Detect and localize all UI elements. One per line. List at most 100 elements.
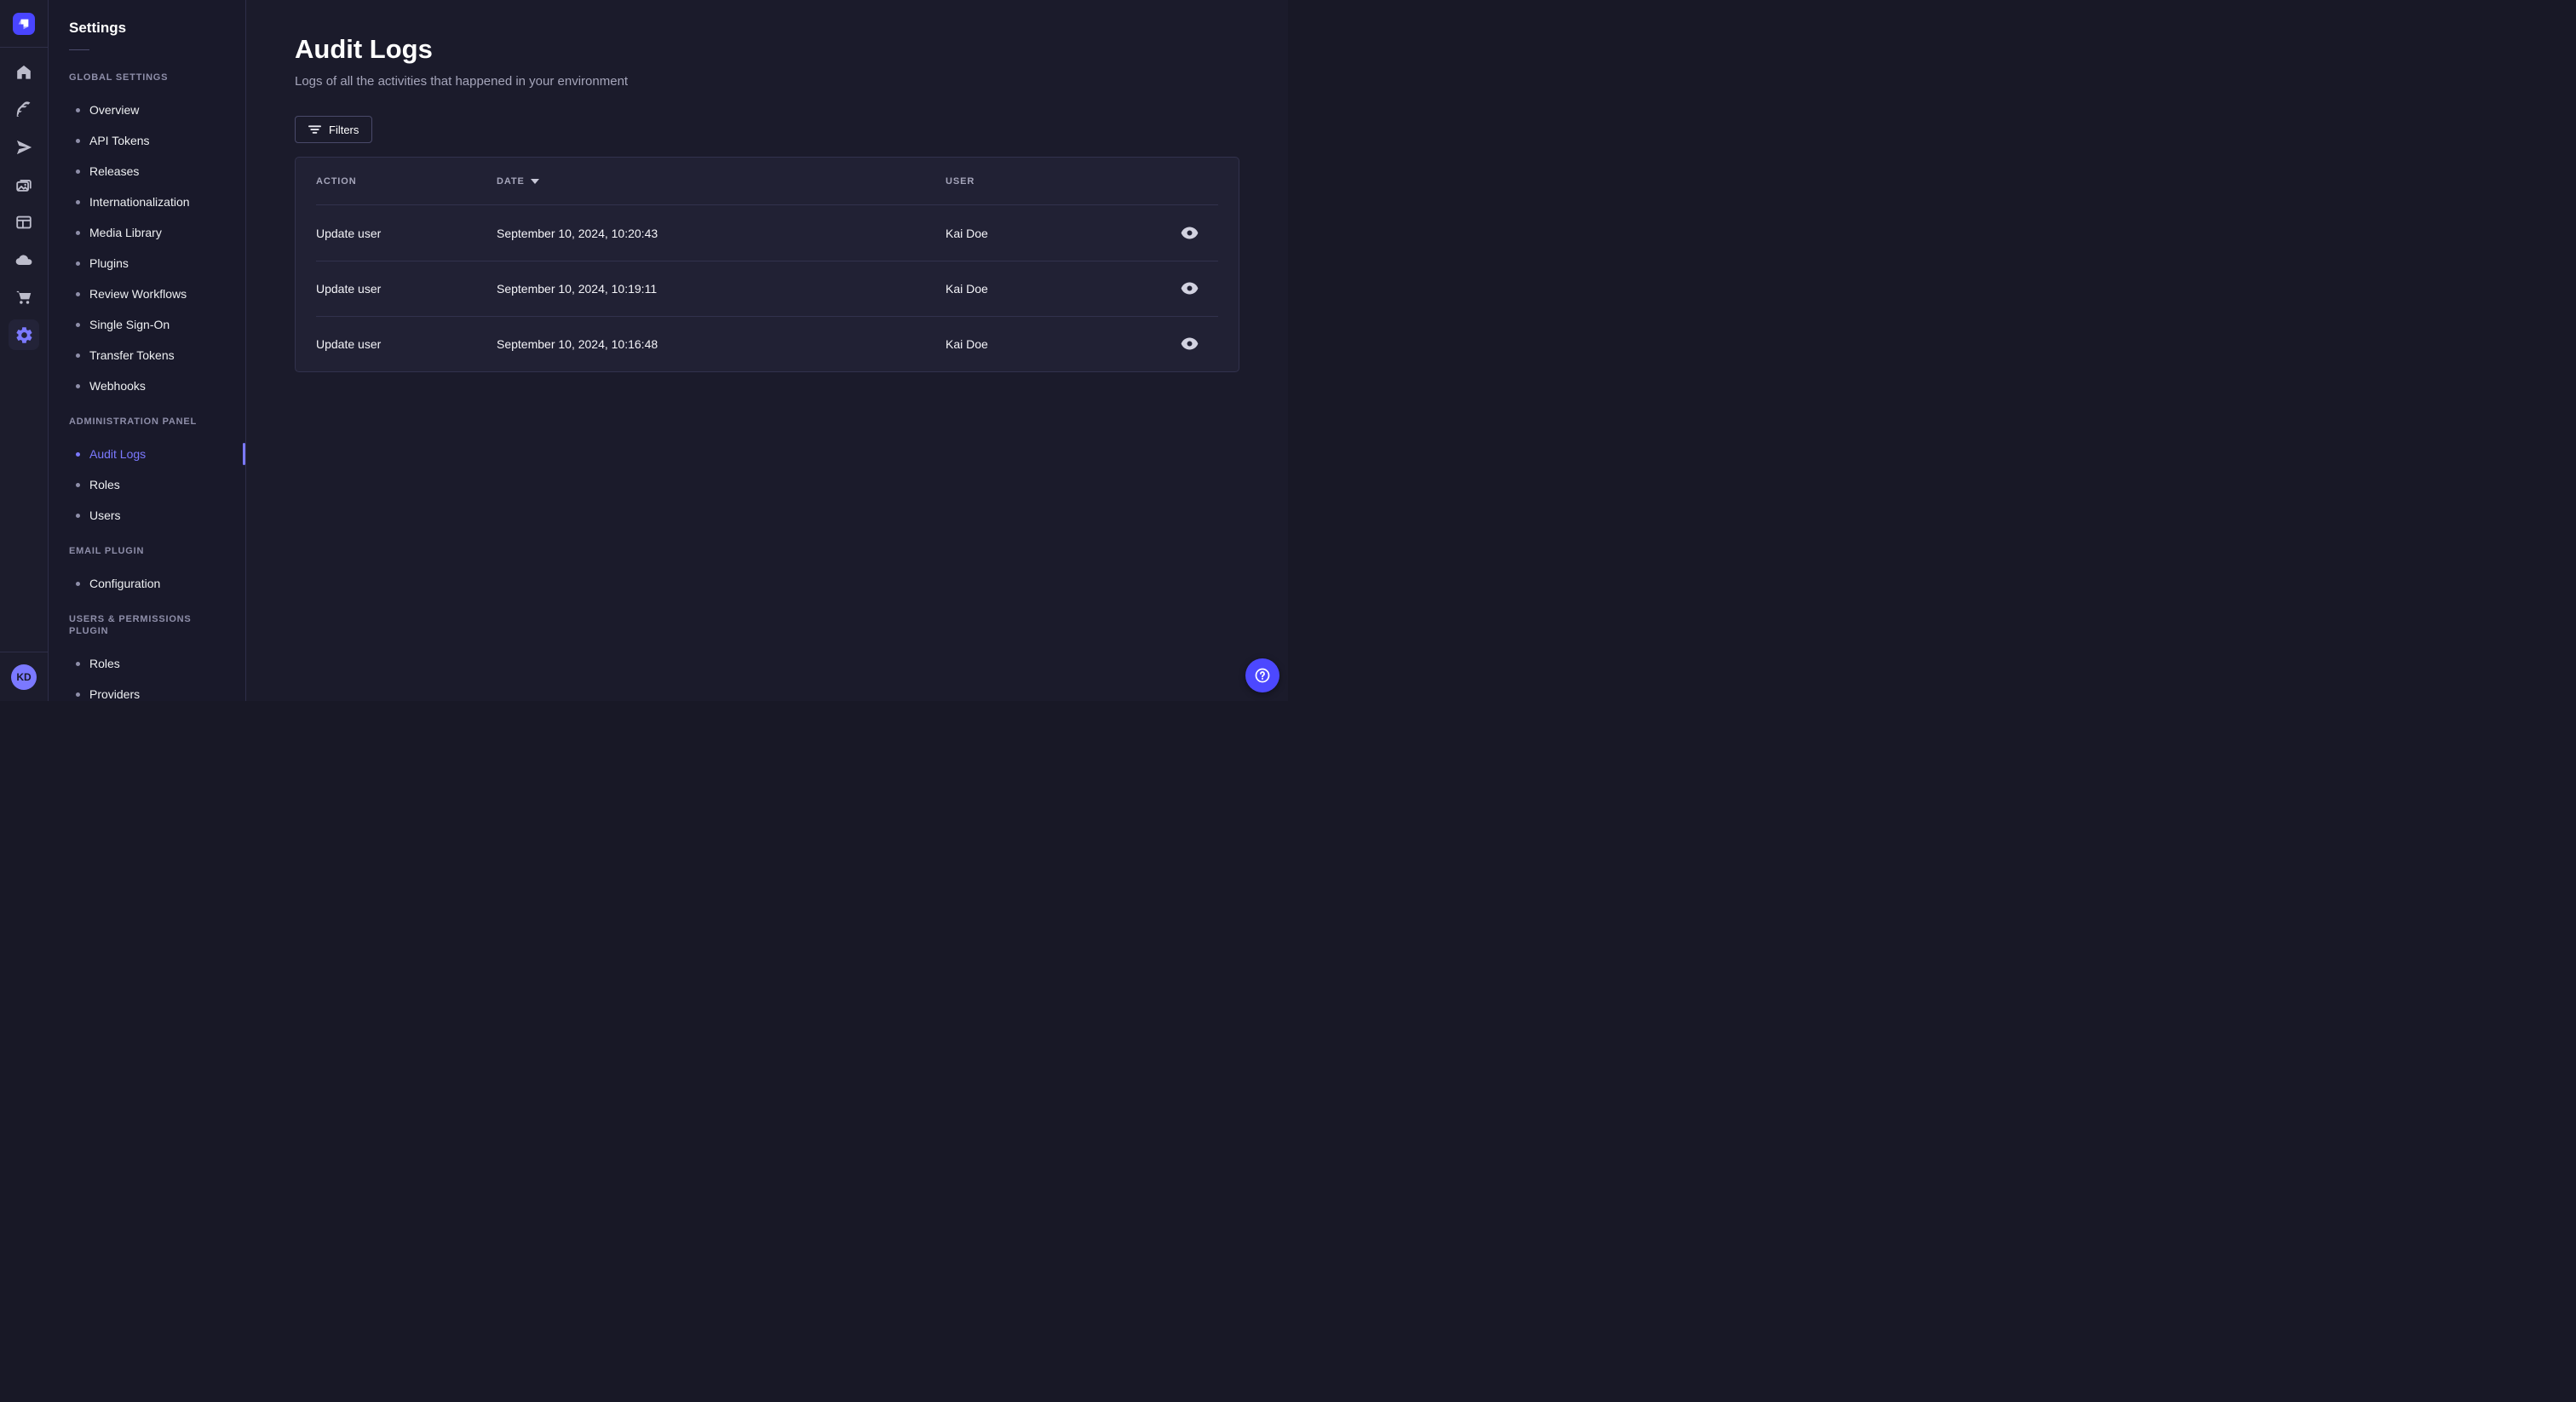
bullet-icon (76, 107, 80, 112)
table-body: Update user September 10, 2024, 10:20:43… (296, 205, 1239, 371)
sidebar-item-internationalization[interactable]: Internationalization (69, 187, 233, 217)
filter-icon (308, 125, 321, 134)
strapi-logo-icon (18, 19, 29, 29)
sort-desc-icon (530, 179, 539, 184)
avatar-initials: KD (16, 671, 32, 683)
strapi-admin-app: KD Settings GLOBAL SETTINGS Overview API… (0, 0, 1288, 701)
sidebar-item-roles[interactable]: Roles (69, 648, 233, 679)
bullet-icon (76, 513, 80, 518)
sidebar-item-releases[interactable]: Releases (69, 156, 233, 187)
eye-icon (1181, 282, 1198, 295)
bullet-icon (76, 383, 80, 388)
sidebar-item-label: Media Library (89, 226, 162, 239)
view-details-button[interactable] (1177, 221, 1201, 245)
sidebar-item-label: Webhooks (89, 379, 146, 393)
sidebar-item-transfer-tokens[interactable]: Transfer Tokens (69, 340, 233, 371)
eye-icon (1181, 337, 1198, 350)
sidebar-item-label: Audit Logs (89, 447, 147, 461)
bullet-icon (76, 322, 80, 327)
settings-title: Settings (69, 20, 127, 36)
sidebar-item-label: Transfer Tokens (89, 348, 175, 362)
page-title: Audit Logs (295, 34, 433, 64)
cell-date: September 10, 2024, 10:20:43 (497, 226, 658, 240)
settings-header: Settings (49, 0, 245, 50)
table-row[interactable]: Update user September 10, 2024, 10:16:48… (296, 316, 1239, 371)
filters-row: Filters (295, 116, 1239, 143)
sidebar-item-configuration[interactable]: Configuration (69, 568, 233, 599)
sidebar-item-audit-logs[interactable]: Audit Logs (69, 439, 245, 469)
sidebar-item-label: Single Sign-On (89, 318, 170, 331)
column-header-date[interactable]: DATE (497, 176, 946, 187)
cloud-icon[interactable] (9, 244, 39, 275)
bullet-icon (76, 138, 80, 143)
media-library-icon[interactable] (9, 170, 39, 200)
sidebar-item-single-sign-on[interactable]: Single Sign-On (69, 309, 233, 340)
nav-section-label: ADMINISTRATION PANEL (69, 417, 198, 427)
sidebar-item-label: Overview (89, 103, 140, 117)
main-nav-rail: KD (0, 0, 49, 701)
filters-button[interactable]: Filters (295, 116, 373, 143)
bullet-icon (76, 581, 80, 586)
bullet-icon (76, 169, 80, 174)
cell-user: Kai Doe (946, 281, 988, 296)
view-details-button[interactable] (1177, 332, 1201, 356)
sidebar-item-plugins[interactable]: Plugins (69, 248, 233, 279)
sidebar-item-label: Users (89, 509, 121, 522)
sidebar-item-webhooks[interactable]: Webhooks (69, 371, 233, 401)
bullet-icon (76, 291, 80, 296)
bullet-icon (76, 199, 80, 204)
help-button[interactable] (1245, 658, 1279, 692)
page-subtitle: Logs of all the activities that happened… (295, 74, 629, 89)
marketplace-icon[interactable] (9, 282, 39, 313)
logo-area (0, 0, 48, 48)
view-details-button[interactable] (1177, 277, 1201, 301)
table-row[interactable]: Update user September 10, 2024, 10:19:11… (296, 261, 1239, 316)
cell-user: Kai Doe (946, 336, 988, 351)
home-icon[interactable] (9, 57, 39, 88)
settings-nav-list: GLOBAL SETTINGS Overview API Tokens Rele… (49, 50, 245, 701)
bullet-icon (76, 353, 80, 358)
sidebar-item-api-tokens[interactable]: API Tokens (69, 125, 233, 156)
settings-icon[interactable] (9, 319, 39, 350)
cell-user: Kai Doe (946, 226, 988, 240)
rail-icon-list (9, 48, 39, 350)
releases-icon[interactable] (9, 132, 39, 163)
bullet-icon (76, 261, 80, 266)
table-header-row: ACTION DATE USER (296, 158, 1239, 205)
main-content: Audit Logs Logs of all the activities th… (246, 0, 1288, 701)
strapi-logo[interactable] (13, 12, 35, 35)
cell-date: September 10, 2024, 10:19:11 (497, 281, 658, 296)
active-indicator (243, 443, 245, 465)
sidebar-item-review-workflows[interactable]: Review Workflows (69, 279, 233, 309)
question-mark-icon (1255, 668, 1270, 683)
sidebar-item-label: API Tokens (89, 134, 150, 147)
sidebar-item-label: Releases (89, 164, 140, 178)
sidebar-item-label: Roles (89, 478, 120, 491)
sidebar-item-overview[interactable]: Overview (69, 95, 233, 125)
sidebar-item-providers[interactable]: Providers (69, 679, 233, 701)
cell-action: Update user (316, 226, 382, 240)
cell-action: Update user (316, 281, 382, 296)
table-row[interactable]: Update user September 10, 2024, 10:20:43… (296, 205, 1239, 261)
content-manager-icon[interactable] (9, 95, 39, 125)
sidebar-item-users[interactable]: Users (69, 500, 233, 531)
cell-date: September 10, 2024, 10:16:48 (497, 336, 658, 351)
column-header-action[interactable]: ACTION (316, 176, 497, 187)
eye-icon (1181, 227, 1198, 239)
audit-logs-table: ACTION DATE USER Update user September 1… (295, 157, 1239, 372)
settings-subnav: Settings GLOBAL SETTINGS Overview API To… (49, 0, 246, 701)
avatar[interactable]: KD (11, 664, 37, 690)
cell-action: Update user (316, 336, 382, 351)
bullet-icon (76, 230, 80, 235)
nav-section-label: EMAIL PLUGIN (69, 546, 145, 556)
filters-button-label: Filters (329, 123, 359, 136)
sidebar-item-label: Internationalization (89, 195, 190, 209)
bullet-icon (76, 661, 80, 666)
column-header-user[interactable]: USER (946, 176, 1167, 187)
content-type-builder-icon[interactable] (9, 207, 39, 238)
bullet-icon (76, 482, 80, 487)
rail-bottom: KD (0, 652, 48, 701)
sidebar-item-label: Roles (89, 657, 120, 670)
sidebar-item-media-library[interactable]: Media Library (69, 217, 233, 248)
sidebar-item-roles[interactable]: Roles (69, 469, 233, 500)
